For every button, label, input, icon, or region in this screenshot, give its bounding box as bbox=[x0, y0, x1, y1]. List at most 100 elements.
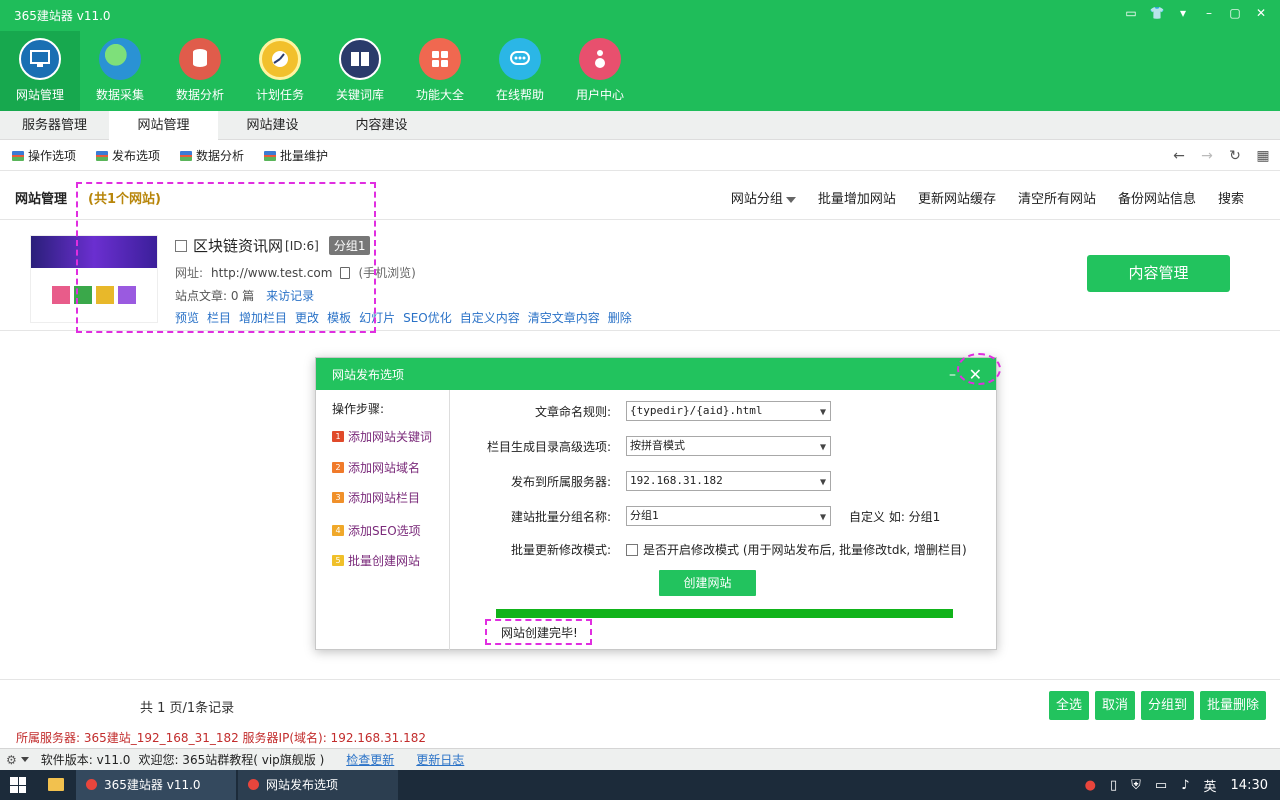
template-link[interactable]: 模板 bbox=[327, 309, 351, 326]
site-group-dropdown[interactable]: 网站分组 bbox=[731, 188, 796, 207]
dialog-close-icon[interactable]: ✕ bbox=[969, 358, 982, 392]
tool-user-center[interactable]: 用户中心 bbox=[560, 31, 640, 111]
step-add-columns[interactable]: 3 添加网站栏目 bbox=[332, 489, 420, 506]
back-arrow-icon[interactable]: ← bbox=[1170, 147, 1188, 165]
tool-site-management[interactable]: 网站管理 bbox=[0, 31, 80, 111]
slideshow-link[interactable]: 幻灯片 bbox=[359, 309, 395, 326]
backup-site-info-button[interactable]: 备份网站信息 bbox=[1118, 188, 1196, 207]
column-option-label: 栏目生成目录高级选项: bbox=[486, 439, 611, 454]
step-label: 批量创建网站 bbox=[348, 554, 421, 568]
add-column-link[interactable]: 增加栏目 bbox=[239, 309, 287, 326]
app-apple-icon bbox=[86, 779, 97, 790]
tool-scheduled-task[interactable]: 计划任务 bbox=[240, 31, 320, 111]
create-site-button[interactable]: 创建网站 bbox=[659, 570, 756, 596]
site-thumbnail[interactable] bbox=[30, 235, 158, 323]
column-link[interactable]: 栏目 bbox=[207, 309, 231, 326]
chevron-down-icon: ▼ bbox=[819, 442, 826, 453]
group-to-button[interactable]: 分组到 bbox=[1140, 691, 1194, 720]
column-option-row: 栏目生成目录高级选项: 按拼音模式 ▼ bbox=[451, 436, 831, 456]
minimize-icon[interactable]: – bbox=[1198, 4, 1220, 22]
group-name-label: 建站批量分组名称: bbox=[510, 509, 611, 524]
copy-icon[interactable] bbox=[340, 266, 351, 279]
batch-delete-button[interactable]: 批量删除 bbox=[1199, 691, 1266, 720]
check-update-link[interactable]: 检查更新 bbox=[346, 751, 394, 768]
step-batch-create[interactable]: 5 批量创建网站 bbox=[332, 552, 420, 569]
clear-articles-link[interactable]: 清空文章内容 bbox=[528, 309, 600, 326]
close-icon[interactable]: ✕ bbox=[1250, 4, 1272, 22]
tool-label: 计划任务 bbox=[255, 88, 304, 102]
server-select[interactable]: 192.168.31.182 ▼ bbox=[626, 471, 831, 491]
step-add-domain[interactable]: 2 添加网站域名 bbox=[332, 459, 420, 476]
taskbar-app-label: 网站发布选项 bbox=[266, 778, 339, 792]
apple-tray-icon[interactable]: ● bbox=[1085, 778, 1096, 793]
update-cache-button[interactable]: 更新网站缓存 bbox=[918, 188, 996, 207]
subitem-publish-options[interactable]: 发布选项 bbox=[96, 147, 160, 164]
content-management-button[interactable]: 内容管理 bbox=[1087, 255, 1230, 292]
grid-view-icon[interactable]: ▦ bbox=[1254, 147, 1272, 165]
step-add-keywords[interactable]: 1 添加网站关键词 bbox=[332, 428, 432, 445]
file-explorer-icon[interactable] bbox=[48, 778, 64, 791]
clock[interactable]: 14:30 bbox=[1231, 778, 1268, 793]
refresh-icon[interactable]: ↻ bbox=[1226, 147, 1244, 165]
tool-all-functions[interactable]: 功能大全 bbox=[400, 31, 480, 111]
cancel-button[interactable]: 取消 bbox=[1094, 691, 1135, 720]
menu-icon[interactable]: ▾ bbox=[1172, 4, 1194, 22]
taskbar-app-main[interactable]: 365建站器 v11.0 bbox=[76, 770, 236, 800]
tool-online-help[interactable]: 在线帮助 bbox=[480, 31, 560, 111]
clear-all-sites-button[interactable]: 清空所有网站 bbox=[1018, 188, 1096, 207]
subitem-batch-maintenance[interactable]: 批量维护 bbox=[264, 147, 328, 164]
custom-content-link[interactable]: 自定义内容 bbox=[460, 309, 520, 326]
taskbar-app-dialog[interactable]: 网站发布选项 bbox=[238, 770, 398, 800]
preview-link[interactable]: 预览 bbox=[175, 309, 199, 326]
tool-data-analysis[interactable]: 数据分析 bbox=[160, 31, 240, 111]
seo-link[interactable]: SEO优化 bbox=[403, 309, 452, 326]
column-option-select[interactable]: 按拼音模式 ▼ bbox=[626, 436, 831, 456]
chevron-down-icon[interactable] bbox=[20, 757, 29, 762]
batch-add-site-button[interactable]: 批量增加网站 bbox=[818, 188, 896, 207]
skin-icon[interactable]: 👕 bbox=[1146, 4, 1168, 22]
network-icon[interactable]: ▭ bbox=[1155, 778, 1167, 793]
step-add-seo[interactable]: 4 添加SEO选项 bbox=[332, 522, 421, 539]
tool-keyword-library[interactable]: 关键词库 bbox=[320, 31, 400, 111]
edit-link[interactable]: 更改 bbox=[295, 309, 319, 326]
update-log-link[interactable]: 更新日志 bbox=[416, 751, 464, 768]
site-name: 区块链资讯网 bbox=[193, 237, 284, 255]
volume-icon[interactable]: ♪ bbox=[1181, 778, 1189, 793]
tab-site-building[interactable]: 网站建设 bbox=[218, 111, 327, 140]
modify-mode-checkbox[interactable] bbox=[626, 543, 638, 556]
book-icon bbox=[339, 38, 381, 80]
subitem-operation-options[interactable]: 操作选项 bbox=[12, 147, 76, 164]
ime-indicator[interactable]: 英 bbox=[1204, 776, 1217, 795]
site-url-row: 网址: http://www.test.com (手机浏览) bbox=[175, 264, 416, 281]
tab-content-building[interactable]: 内容建设 bbox=[327, 111, 436, 140]
subitem-data-analysis[interactable]: 数据分析 bbox=[180, 147, 244, 164]
site-url[interactable]: http://www.test.com bbox=[211, 266, 332, 280]
battery-icon[interactable]: ▯ bbox=[1110, 778, 1117, 793]
step-number-badge: 1 bbox=[332, 431, 344, 442]
search-button[interactable]: 搜索 bbox=[1218, 188, 1244, 207]
restore-icon[interactable]: ▢ bbox=[1224, 4, 1246, 22]
visit-record-link[interactable]: 来访记录 bbox=[266, 289, 314, 303]
dialog-minimize-icon[interactable]: – bbox=[949, 358, 956, 392]
settings-icon[interactable]: ⚙ bbox=[6, 753, 17, 767]
server-row: 发布到所属服务器: 192.168.31.182 ▼ bbox=[451, 471, 831, 491]
windows-start-icon[interactable] bbox=[10, 777, 26, 793]
message-icon[interactable]: ▭ bbox=[1120, 4, 1142, 22]
tool-label: 用户中心 bbox=[575, 88, 624, 102]
edge-icon bbox=[99, 38, 141, 80]
thumbnail-tile bbox=[52, 286, 70, 304]
article-count: 站点文章: 0 篇 bbox=[175, 289, 255, 303]
select-all-button[interactable]: 全选 bbox=[1048, 691, 1089, 720]
naming-rule-select[interactable]: {typedir}/{aid}.html ▼ bbox=[626, 401, 831, 421]
step-label: 添加网站栏目 bbox=[348, 491, 421, 505]
group-name-select[interactable]: 分组1 ▼ bbox=[626, 506, 831, 526]
delete-link[interactable]: 删除 bbox=[608, 309, 632, 326]
forward-arrow-icon[interactable]: → bbox=[1198, 147, 1216, 165]
site-name-row: 区块链资讯网 [ID:6] 分组1 bbox=[175, 235, 371, 256]
mobile-view-link[interactable]: (手机浏览) bbox=[358, 264, 415, 281]
site-checkbox[interactable] bbox=[175, 239, 187, 252]
shield-icon[interactable]: ⛨ bbox=[1131, 778, 1141, 793]
tool-data-collection[interactable]: 数据采集 bbox=[80, 31, 160, 111]
tab-server-management[interactable]: 服务器管理 bbox=[0, 111, 109, 140]
tab-site-management[interactable]: 网站管理 bbox=[109, 111, 218, 140]
